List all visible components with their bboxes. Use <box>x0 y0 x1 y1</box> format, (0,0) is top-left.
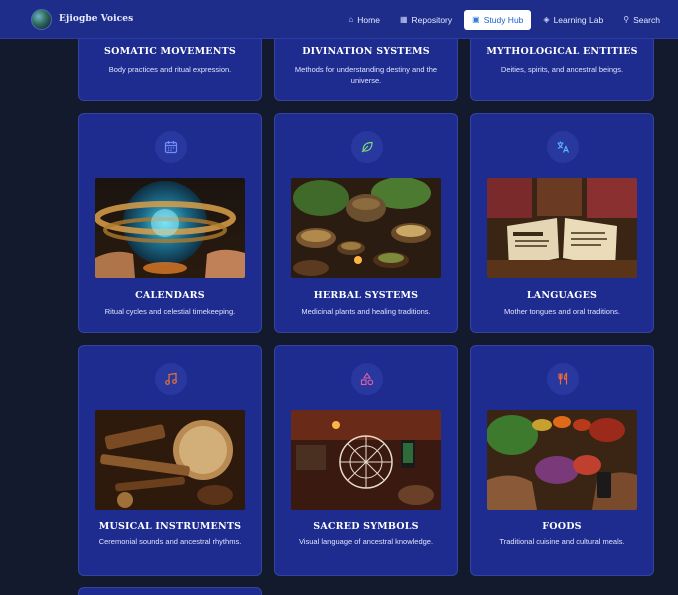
nav-item-search[interactable]: ⚲ Search <box>615 10 668 30</box>
search-icon: ⚲ <box>623 15 630 24</box>
top-navigation: Ejiogbe Voices ⌂ Home ▦ Repository ▣ Stu… <box>0 0 678 39</box>
app-name: Ejiogbe Voices <box>59 14 134 24</box>
category-card-next[interactable] <box>78 587 262 595</box>
card-image-herbal-systems <box>291 178 441 278</box>
logo-icon <box>31 8 52 30</box>
nav-item-label: Learning Lab <box>553 14 604 25</box>
card-title: FOODS <box>542 521 582 532</box>
card-title: DIVINATION SYSTEMS <box>302 46 430 57</box>
card-image-calendars <box>95 178 245 278</box>
brand[interactable]: Ejiogbe Voices <box>31 8 134 30</box>
card-description: Methods for understanding destiny and th… <box>294 65 438 85</box>
archive-icon: ▦ <box>399 15 408 24</box>
music-note-icon <box>155 363 187 395</box>
nav-item-label: Search <box>633 14 660 25</box>
category-card-foods[interactable]: FOODS Traditional cuisine and cultural m… <box>470 345 654 576</box>
card-description: Traditional cuisine and cultural meals. <box>499 537 625 546</box>
utensils-icon <box>547 363 579 395</box>
category-card-languages[interactable]: LANGUAGES Mother tongues and oral tradit… <box>470 113 654 333</box>
nav-item-study-hub[interactable]: ▣ Study Hub <box>464 9 532 30</box>
nav-item-label: Study Hub <box>483 14 524 25</box>
card-description: Mother tongues and oral traditions. <box>504 307 620 316</box>
card-title: SACRED SYMBOLS <box>313 521 419 532</box>
shapes-icon <box>351 363 383 395</box>
nav-item-label: Home <box>357 14 380 25</box>
card-image-languages <box>487 178 637 278</box>
nav-item-repository[interactable]: ▦ Repository <box>392 10 460 30</box>
card-description: Ceremonial sounds and ancestral rhythms. <box>98 537 242 546</box>
card-description: Ritual cycles and celestial timekeeping. <box>104 307 236 316</box>
card-title: CALENDARS <box>135 290 205 301</box>
card-image-musical-instruments <box>95 410 245 510</box>
category-card-musical-instruments[interactable]: MUSICAL INSTRUMENTS Ceremonial sounds an… <box>78 345 262 576</box>
nav-item-learning-lab[interactable]: ◈ Learning Lab <box>535 10 611 30</box>
nav-links: ⌂ Home ▦ Repository ▣ Study Hub ◈ Learni… <box>336 0 668 39</box>
category-card-herbal-systems[interactable]: HERBAL SYSTEMS Medicinal plants and heal… <box>274 113 458 333</box>
card-image-foods <box>487 410 637 510</box>
card-title: MUSICAL INSTRUMENTS <box>98 521 242 532</box>
card-title: MYTHOLOGICAL ENTITIES <box>486 46 638 57</box>
card-description: Visual language of ancestral knowledge. <box>298 537 434 546</box>
graduation-cap-icon: ◈ <box>543 15 550 24</box>
home-icon: ⌂ <box>348 15 354 24</box>
nav-item-home[interactable]: ⌂ Home <box>340 10 388 30</box>
card-description: Deities, spirits, and ancestral beings. <box>500 65 624 74</box>
category-card-sacred-symbols[interactable]: SACRED SYMBOLS Visual language of ancest… <box>274 345 458 576</box>
nav-item-label: Repository <box>411 14 453 25</box>
category-card-calendars[interactable]: CALENDARS Ritual cycles and celestial ti… <box>78 113 262 333</box>
leaf-icon <box>351 131 383 163</box>
card-image-sacred-symbols <box>291 410 441 510</box>
card-description: Medicinal plants and healing traditions. <box>301 307 431 316</box>
card-title: SOMATIC MOVEMENTS <box>104 46 236 57</box>
card-title: HERBAL SYSTEMS <box>313 290 419 301</box>
card-title: LANGUAGES <box>526 290 598 301</box>
calendar-icon <box>155 131 187 163</box>
translate-icon <box>547 131 579 163</box>
card-description: Body practices and ritual expression. <box>108 65 232 74</box>
book-icon: ▣ <box>472 15 480 24</box>
